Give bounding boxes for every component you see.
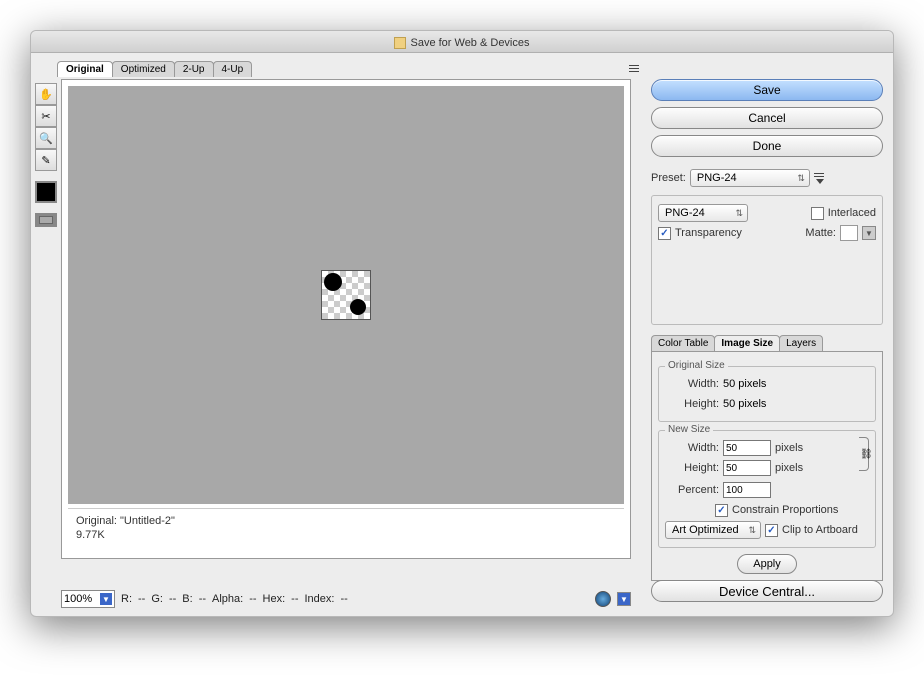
readout-g: -- (169, 593, 176, 605)
panel-tabs: Color Table Image Size Layers (651, 335, 883, 351)
browser-preview-icon[interactable] (595, 591, 611, 607)
status-bar: 100% ▼ R: -- G: -- B: -- Alpha: -- Hex: … (61, 590, 631, 608)
readout-index-label: Index: (305, 593, 335, 605)
new-width-input[interactable] (723, 440, 771, 456)
readout-alpha-label: Alpha: (212, 593, 243, 605)
transparency-checkbox[interactable] (658, 227, 671, 240)
chain-link-icon[interactable]: ⛓ (860, 447, 870, 461)
quality-select[interactable]: Art Optimized (665, 521, 761, 539)
tab-original[interactable]: Original (57, 61, 113, 77)
orig-height-label: Height: (665, 398, 719, 410)
new-size-group: New Size Width:pixels Height:pixels ⛓ Pe… (658, 430, 876, 548)
readout-r: -- (138, 593, 145, 605)
percent-input[interactable] (723, 482, 771, 498)
readout-index: -- (340, 593, 347, 605)
orig-width-label: Width: (665, 378, 719, 390)
view-flyout-menu[interactable] (629, 61, 643, 75)
readout-hex-label: Hex: (263, 593, 286, 605)
preview-canvas[interactable] (68, 86, 624, 504)
new-height-label: Height: (665, 462, 719, 474)
interlaced-label: Interlaced (828, 207, 876, 219)
save-for-web-dialog: Save for Web & Devices Original Optimize… (30, 30, 894, 617)
app-icon (394, 37, 406, 49)
new-height-input[interactable] (723, 460, 771, 476)
settings-column: Save Cancel Done Preset: PNG-24 PNG-24 I… (651, 79, 883, 608)
slice-select-tool-icon[interactable]: ✂ (35, 105, 57, 127)
readout-alpha: -- (249, 593, 256, 605)
matte-label: Matte: (805, 227, 836, 239)
preview-filesize: 9.77K (76, 529, 616, 541)
cancel-button[interactable]: Cancel (651, 107, 883, 129)
link-bracket: ⛓ (859, 437, 869, 471)
toggle-slices-visibility-icon[interactable] (35, 213, 57, 227)
px-unit: pixels (775, 462, 803, 474)
readout-r-label: R: (121, 593, 132, 605)
original-size-legend: Original Size (665, 360, 728, 371)
readout-g-label: G: (151, 593, 163, 605)
preview-pane: Original: "Untitled-2" 9.77K (61, 79, 631, 559)
new-size-legend: New Size (665, 424, 713, 435)
new-width-label: Width: (665, 442, 719, 454)
image-size-panel: Original Size Width: 50 pixels Height: 50 … (651, 351, 883, 581)
readout-hex: -- (291, 593, 298, 605)
zoom-select[interactable]: 100% ▼ (61, 590, 115, 608)
tab-image-size[interactable]: Image Size (714, 335, 780, 351)
zoom-tool-icon[interactable]: 🔍 (35, 127, 57, 149)
apply-button[interactable]: Apply (737, 554, 797, 574)
tab-color-table[interactable]: Color Table (651, 335, 715, 351)
orig-width: 50 pixels (723, 378, 766, 390)
tab-4up[interactable]: 4-Up (213, 61, 253, 77)
format-options: PNG-24 Interlaced Transparency Matte: ▼ (651, 195, 883, 325)
constrain-checkbox[interactable] (715, 504, 728, 517)
preview-filename: Original: "Untitled-2" (76, 515, 616, 527)
original-size-group: Original Size Width:50 pixels Height:50 … (658, 366, 876, 422)
percent-label: Percent: (665, 484, 719, 496)
hand-tool-icon[interactable]: ✋ (35, 83, 57, 105)
clip-checkbox[interactable] (765, 524, 778, 537)
tab-layers[interactable]: Layers (779, 335, 823, 351)
transparency-label: Transparency (675, 227, 742, 239)
readout-b: -- (199, 593, 206, 605)
tab-2up[interactable]: 2-Up (174, 61, 214, 77)
preview-info: Original: "Untitled-2" 9.77K (68, 508, 624, 552)
eyedropper-color-swatch[interactable] (35, 181, 57, 203)
format-select[interactable]: PNG-24 (658, 204, 748, 222)
preset-select[interactable]: PNG-24 (690, 169, 810, 187)
px-unit: pixels (775, 442, 803, 454)
orig-height: 50 pixels (723, 398, 766, 410)
readout-b-label: B: (182, 593, 192, 605)
tool-column: ✋ ✂ 🔍 ✎ (35, 83, 57, 227)
zoom-value: 100% (64, 593, 92, 605)
chevron-down-icon: ▼ (100, 593, 112, 605)
constrain-label: Constrain Proportions (732, 504, 838, 516)
titlebar[interactable]: Save for Web & Devices (31, 31, 893, 53)
done-button[interactable]: Done (651, 135, 883, 157)
device-central-button[interactable]: Device Central... (651, 580, 883, 602)
matte-dropdown[interactable]: ▼ (862, 226, 876, 240)
matte-swatch[interactable] (840, 225, 858, 241)
tab-optimized[interactable]: Optimized (112, 61, 175, 77)
view-tabs: Original Optimized 2-Up 4-Up (57, 61, 251, 77)
clip-label: Clip to Artboard (782, 524, 858, 536)
preset-flyout-menu[interactable] (814, 171, 828, 185)
eyedropper-tool-icon[interactable]: ✎ (35, 149, 57, 171)
preview-image (321, 270, 371, 320)
preset-label: Preset: (651, 172, 686, 184)
title-text: Save for Web & Devices (410, 37, 529, 49)
interlaced-checkbox[interactable] (811, 207, 824, 220)
save-button[interactable]: Save (651, 79, 883, 101)
browser-select-dropdown[interactable]: ▼ (617, 592, 631, 606)
